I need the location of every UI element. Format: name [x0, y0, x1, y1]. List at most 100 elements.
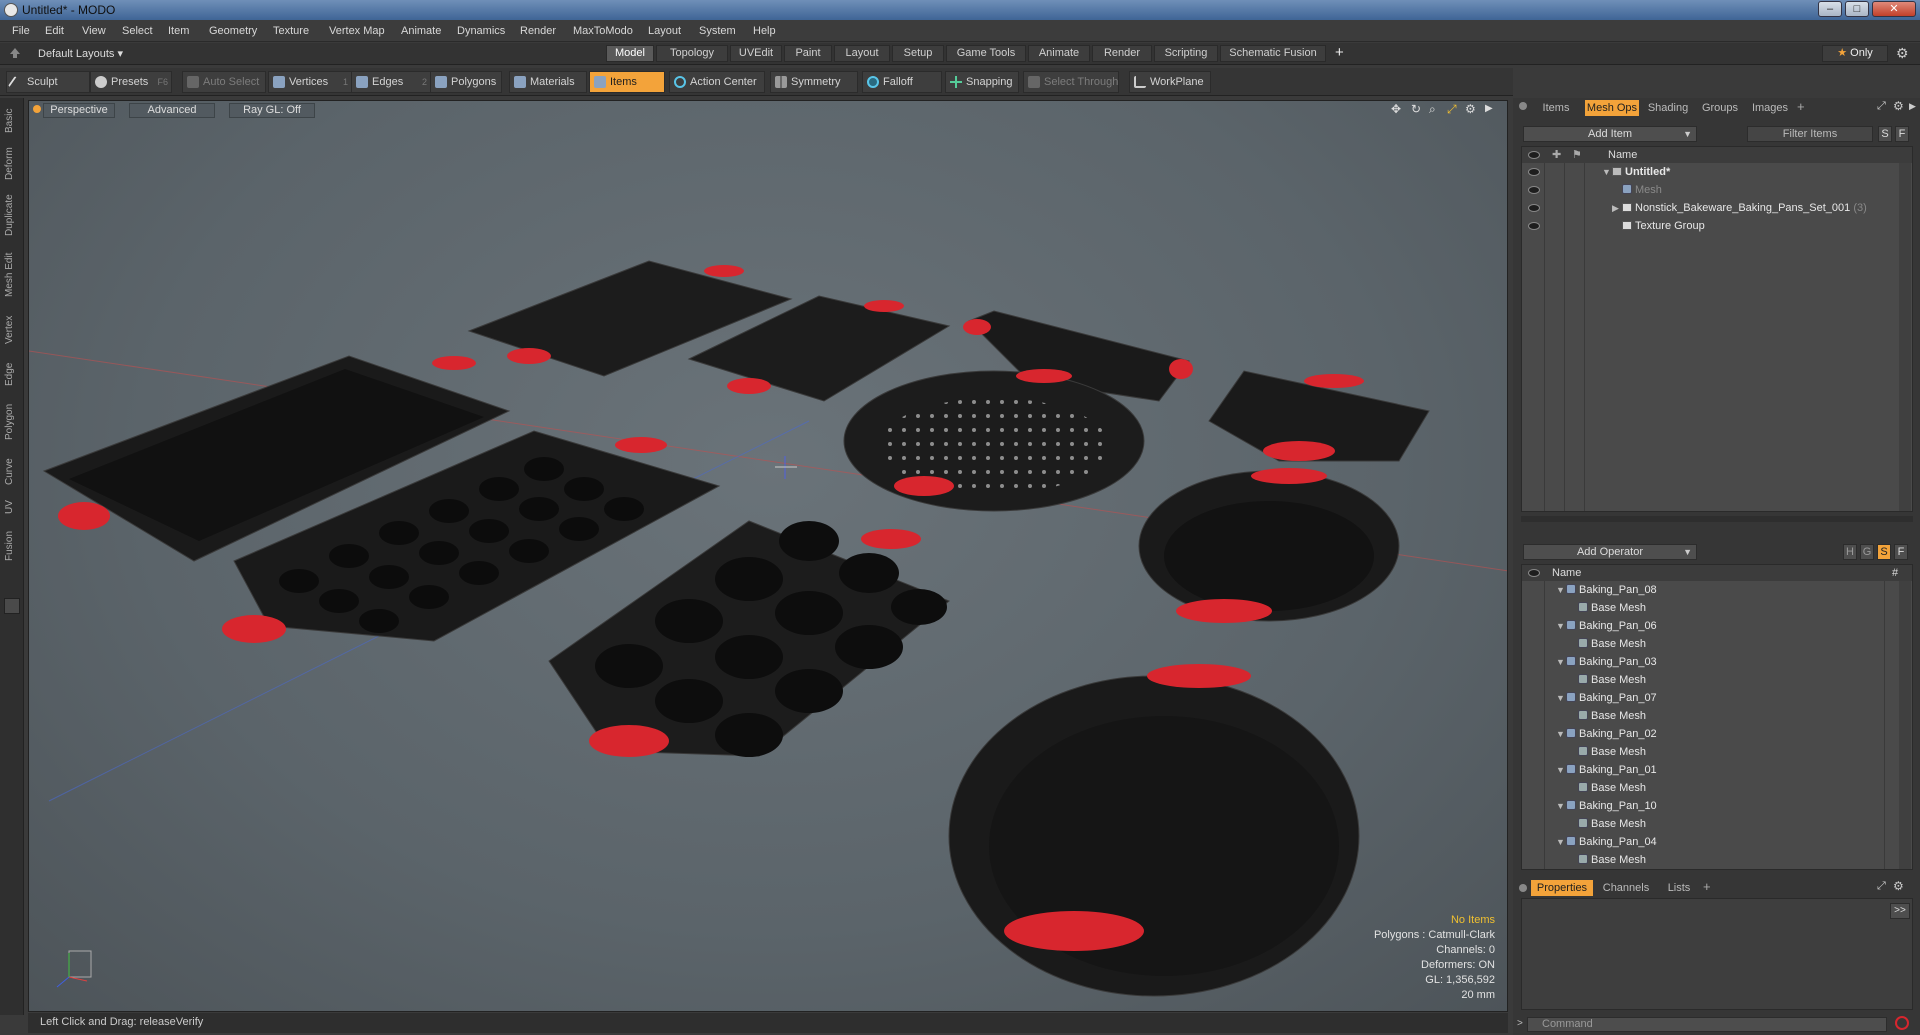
- baking-pan-row[interactable]: ▼ Baking_Pan_04: [1522, 833, 1882, 851]
- menu-vertex-map[interactable]: Vertex Map: [329, 25, 385, 37]
- expand-arrow-icon[interactable]: ▼: [1556, 833, 1566, 851]
- baking-pan-row[interactable]: ▼ Baking_Pan_08: [1522, 581, 1882, 599]
- tab-schematic-fusion[interactable]: Schematic Fusion: [1220, 45, 1326, 62]
- sculpt-button[interactable]: Sculpt: [6, 71, 90, 93]
- tab-game-tools[interactable]: Game Tools: [946, 45, 1026, 62]
- tree-row-bakeware-group[interactable]: ▶ Nonstick_Bakeware_Baking_Pans_Set_001 (…: [1522, 199, 1912, 217]
- tab-uvedit[interactable]: UVEdit: [730, 45, 782, 62]
- menu-select[interactable]: Select: [122, 25, 153, 37]
- left-tab-basic[interactable]: Basic: [4, 104, 20, 138]
- items-tree-scrollbar[interactable]: [1899, 163, 1911, 511]
- menu-dynamics[interactable]: Dynamics: [457, 25, 505, 37]
- command-stop-icon[interactable]: [1895, 1016, 1909, 1030]
- items-panel-menu-dot-icon[interactable]: [1519, 102, 1527, 110]
- base-mesh-row[interactable]: Base Mesh: [1522, 851, 1882, 869]
- properties-expand-icon[interactable]: ⤢: [1877, 880, 1886, 893]
- tab-model[interactable]: Model: [606, 45, 654, 62]
- baking-pan-row[interactable]: ▼ Baking_Pan_02: [1522, 725, 1882, 743]
- left-tab-duplicate[interactable]: Duplicate: [4, 190, 20, 240]
- snapping-button[interactable]: Snapping: [945, 71, 1019, 93]
- left-tab-polygon[interactable]: Polygon: [4, 398, 20, 446]
- workplane-button[interactable]: WorkPlane: [1129, 71, 1211, 93]
- group-visibility-eye-icon[interactable]: [1528, 204, 1540, 212]
- texture-group-visibility-eye-icon[interactable]: [1528, 222, 1540, 230]
- edges-button[interactable]: Edges 2: [351, 71, 431, 93]
- menu-item[interactable]: Item: [168, 25, 189, 37]
- base-mesh-row[interactable]: Base Mesh: [1522, 599, 1882, 617]
- base-mesh-row[interactable]: Base Mesh: [1522, 815, 1882, 833]
- expand-arrow-icon[interactable]: ▼: [1556, 653, 1566, 671]
- left-tab-mesh-edit[interactable]: Mesh Edit: [4, 248, 20, 302]
- base-mesh-row[interactable]: Base Mesh: [1522, 707, 1882, 725]
- panel-splitter[interactable]: [1521, 516, 1913, 522]
- materials-button[interactable]: Materials: [509, 71, 587, 93]
- properties-expand-button[interactable]: >>: [1890, 903, 1910, 919]
- tab-shading[interactable]: Shading: [1643, 100, 1693, 116]
- layout-settings-gear-icon[interactable]: ⚙: [1896, 45, 1909, 62]
- left-tab-uv[interactable]: UV: [4, 496, 20, 518]
- add-items-tab-button[interactable]: +: [1797, 99, 1805, 114]
- tab-properties[interactable]: Properties: [1531, 880, 1593, 896]
- tab-topology[interactable]: Topology: [656, 45, 728, 62]
- polygons-button[interactable]: Polygons: [430, 71, 502, 93]
- left-tab-curve[interactable]: Curve: [4, 454, 20, 490]
- properties-panel-menu-dot-icon[interactable]: [1519, 884, 1527, 892]
- layout-home-icon[interactable]: [10, 48, 20, 58]
- expand-arrow-icon[interactable]: ▼: [1556, 761, 1566, 779]
- left-tab-edge[interactable]: Edge: [4, 358, 20, 390]
- menu-texture[interactable]: Texture: [273, 25, 309, 37]
- auto-select-button[interactable]: Auto Select: [182, 71, 266, 93]
- tab-setup[interactable]: Setup: [892, 45, 944, 62]
- tab-paint[interactable]: Paint: [784, 45, 832, 62]
- items-panel-arrow-icon[interactable]: ▶: [1909, 101, 1916, 112]
- baking-pan-row[interactable]: ▼Baking_Pan_05: [1522, 869, 1882, 870]
- menu-maxtomodo[interactable]: MaxToModo: [573, 25, 633, 37]
- add-operator-dropdown[interactable]: Add Operator ▼: [1523, 544, 1697, 560]
- expand-arrow-icon[interactable]: ▼: [1556, 797, 1566, 815]
- tab-render[interactable]: Render: [1092, 45, 1152, 62]
- menu-geometry[interactable]: Geometry: [209, 25, 257, 37]
- menu-render[interactable]: Render: [520, 25, 556, 37]
- expand-arrow-icon[interactable]: ▼: [1556, 689, 1566, 707]
- menu-edit[interactable]: Edit: [45, 25, 64, 37]
- presets-button[interactable]: Presets F6: [90, 71, 172, 93]
- menu-animate[interactable]: Animate: [401, 25, 441, 37]
- flag-g-button[interactable]: G: [1860, 544, 1874, 560]
- filter-items-input[interactable]: Filter Items: [1747, 126, 1873, 142]
- scene-visibility-eye-icon[interactable]: [1528, 168, 1540, 176]
- add-layout-tab-button[interactable]: +: [1335, 44, 1344, 61]
- select-through-button[interactable]: Select Through: [1023, 71, 1119, 93]
- expand-arrow-icon[interactable]: ▼: [1556, 725, 1566, 743]
- menu-layout[interactable]: Layout: [648, 25, 681, 37]
- tab-mesh-ops[interactable]: Mesh Ops: [1585, 100, 1639, 116]
- maximize-button[interactable]: □: [1845, 1, 1869, 17]
- filter-f-button[interactable]: F: [1895, 126, 1909, 142]
- vertices-button[interactable]: Vertices 1: [268, 71, 352, 93]
- flag-s-button[interactable]: S: [1877, 544, 1891, 560]
- close-button[interactable]: ✕: [1872, 1, 1916, 17]
- left-tab-vertex[interactable]: Vertex: [4, 310, 20, 350]
- base-mesh-row[interactable]: Base Mesh: [1522, 743, 1882, 761]
- base-mesh-row[interactable]: Base Mesh: [1522, 635, 1882, 653]
- menu-system[interactable]: System: [699, 25, 736, 37]
- tab-items[interactable]: Items: [1531, 100, 1581, 116]
- left-tab-deform[interactable]: Deform: [4, 144, 20, 184]
- tree-row-scene[interactable]: ▼ Untitled*: [1522, 163, 1912, 181]
- left-tabs-toggle-button[interactable]: [4, 598, 20, 614]
- default-layouts-dropdown[interactable]: Default Layouts ▾: [38, 47, 123, 60]
- add-item-dropdown[interactable]: Add Item ▼: [1523, 126, 1697, 142]
- tree-row-texture-group[interactable]: Texture Group: [1522, 217, 1912, 235]
- operator-tree-scrollbar[interactable]: [1899, 581, 1911, 869]
- properties-gear-icon[interactable]: ⚙: [1893, 879, 1904, 893]
- items-button[interactable]: Items: [589, 71, 665, 93]
- items-panel-expand-icon[interactable]: ⤢: [1877, 100, 1886, 113]
- flag-f-button[interactable]: F: [1894, 544, 1908, 560]
- baking-pan-row[interactable]: ▼ Baking_Pan_07: [1522, 689, 1882, 707]
- command-input[interactable]: Command: [1527, 1017, 1887, 1032]
- baking-pan-row[interactable]: ▼ Baking_Pan_06: [1522, 617, 1882, 635]
- baking-pan-row[interactable]: ▼ Baking_Pan_01: [1522, 761, 1882, 779]
- menu-view[interactable]: View: [82, 25, 106, 37]
- base-mesh-row[interactable]: Base Mesh: [1522, 671, 1882, 689]
- items-panel-gear-icon[interactable]: ⚙: [1893, 99, 1904, 113]
- mesh-visibility-eye-icon[interactable]: [1528, 186, 1540, 194]
